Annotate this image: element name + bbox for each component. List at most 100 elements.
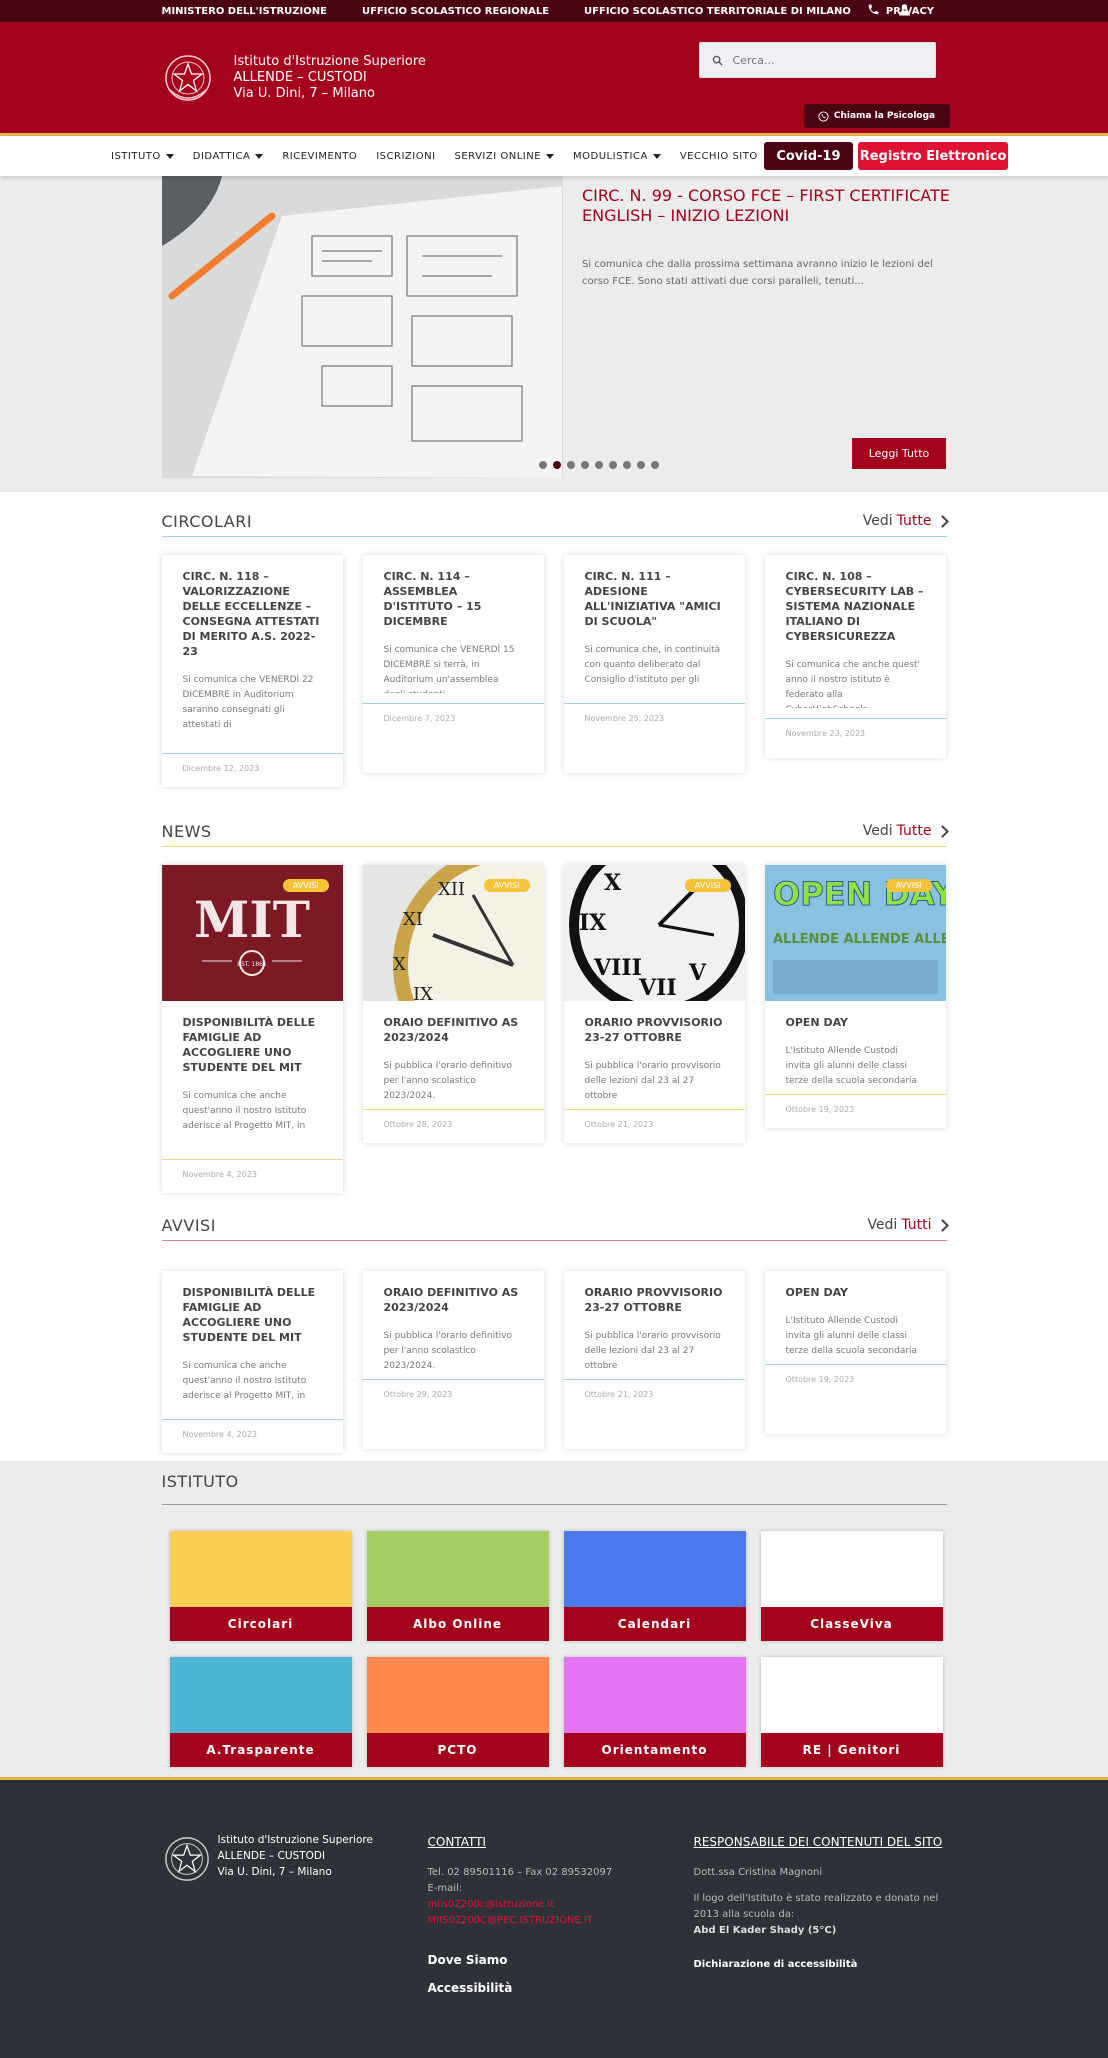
card-title[interactable]: ORARIO PROVVISORIO 23-27 OTTOBRE [585,1285,724,1315]
istituto-header: ISTITUTO [161,1465,947,1505]
avvisi-badge[interactable]: AVVISI [282,879,329,892]
tile-label: ClasseViva [760,1607,943,1641]
tile-classeviva[interactable]: ClasseViva [760,1531,943,1641]
read-more-button[interactable]: Leggi Tutto [852,438,946,469]
slider-dot[interactable] [609,461,617,469]
avvisi-badge[interactable]: AVVISI [885,879,932,892]
slider-dot[interactable] [553,461,561,469]
circolare-card[interactable]: CIRC. N. 108 – CYBERSECURITY LAB – SISTE… [764,555,946,758]
avviso-card[interactable]: OPEN DAY L'Istituto Allende Custodi invit… [764,1271,946,1434]
avviso-card[interactable]: ORAIO DEFINITIVO AS 2023/2024 Si pubblica… [362,1271,544,1449]
view-all-circolari-link[interactable]: Vedi Tutte [863,513,949,529]
search-input[interactable] [732,53,913,67]
news-card[interactable]: IX VIII VII V X AVVISI ORARIO PROVVISORIO 23… [563,835,749,1143]
nav-item-ricevimento[interactable]: RICEVIMENTO [282,151,357,162]
card-title[interactable]: DISPONIBILITÀ DELLE FAMIGLIE AD ACCOGLIE… [183,1285,322,1345]
slider-dot[interactable] [539,461,547,469]
view-all-highlight: Tutte [896,823,932,839]
slider-dot[interactable] [623,461,631,469]
slider-dot[interactable] [595,461,603,469]
tile-pcto[interactable]: PCTO [366,1657,549,1767]
call-psychologist-button[interactable]: Chiama la Psicologa [803,104,950,128]
news-card[interactable]: XI XII X IX AVVISI ORAIO DEFINITIVO AS 2023… [362,845,633,1143]
email-link[interactable]: miis02200c@istruzione.it [428,1897,628,1913]
registro-elettronico-button[interactable]: Registro Elettronico [858,142,1008,170]
slide-title[interactable]: CIRC. N. 99 - CORSO FCE – FIRST CERTIFIC… [582,186,952,226]
card-title[interactable]: CIRC. N. 114 – ASSEMBLEA D'ISTITUTO – 15… [384,569,523,629]
card-title[interactable]: OPEN DAY [786,1285,925,1300]
tile-label: Albo Online [366,1607,549,1641]
view-all-avvisi-link[interactable]: Vedi Tutti [867,1217,949,1233]
card-title[interactable]: OPEN DAY [786,1015,925,1030]
news-card[interactable]: MIT EST. 1861 AVVISI DISPONIBILITÀ DELLE… [161,865,343,1193]
card-title[interactable]: CIRC. N. 118 – VALORIZZAZIONE DELLE ECCE… [183,569,322,659]
accessibility-link[interactable]: Accessibilità [428,1981,628,1995]
pec-email-link[interactable]: MIIS02200C@PEC.ISTRUZIONE.IT [428,1913,628,1929]
card-title[interactable]: ORAIO DEFINITIVO AS 2023/2024 [384,1285,523,1315]
nav-item-iscrizioni[interactable]: ISCRIZIONI [376,151,435,162]
nav-item-istituto[interactable]: ISTITUTO [111,151,174,162]
nav-item-vecchio-sito[interactable]: VECCHIO SITO [680,151,758,162]
avviso-card[interactable]: ORARIO PROVVISORIO 23-27 OTTOBRE Si pubbl… [563,1271,745,1449]
top-bar: MINISTERO DELL'ISTRUZIONE UFFICIO SCOLAS… [0,0,1108,22]
responsible-name: Dott.ssa Cristina Magnoni [693,1867,823,1878]
mit-logo-image[interactable]: MIT EST. 1861 AVVISI [161,865,343,1001]
card-title[interactable]: CIRC. N. 111 – ADESIONE ALL'INIZIATIVA "… [585,569,724,629]
mit-logo-text: MIT [194,890,310,949]
tile-color-block [169,1531,352,1607]
nav-label: DIDATTICA [192,150,251,162]
tile-calendari[interactable]: Calendari [563,1531,746,1641]
where-we-are-link[interactable]: Dove Siamo [428,1953,628,1967]
covid-button[interactable]: Covid-19 [763,142,854,170]
circolare-card[interactable]: CIRC. N. 114 – ASSEMBLEA D'ISTITUTO – 15… [362,555,544,773]
avvisi-badge[interactable]: AVVISI [483,879,530,892]
clock-image[interactable]: XI XII X IX AVVISI [362,845,633,1085]
section-divider [161,1240,947,1241]
slider-dot[interactable] [567,461,575,469]
avvisi-badge[interactable]: AVVISI [684,879,731,892]
topbar-link-usr[interactable]: UFFICIO SCOLASTICO REGIONALE [362,6,549,17]
user-icon[interactable] [898,3,911,19]
nav-item-servizi-online[interactable]: SERVIZI ONLINE [455,151,555,162]
republic-emblem-icon [164,1837,209,1881]
open-day-image[interactable]: OPEN DAY ALLENDE ALLENDE ALLENDE AVVISI [764,865,980,1001]
topbar-link-ust[interactable]: UFFICIO SCOLASTICO TERRITORIALE DI MILAN… [584,6,851,17]
tile-circolari[interactable]: Circolari [169,1531,352,1641]
phone-icon[interactable] [867,3,880,19]
nav-label: RICEVIMENTO [282,150,358,162]
school-logo-block[interactable]: Istituto d'Istruzione Superiore ALLENDE … [162,50,426,106]
card-excerpt: Si comunica che VENERDÌ 22 DICEMBRE in A… [182,675,314,730]
slider-dot[interactable] [581,461,589,469]
circolare-card[interactable]: CIRC. N. 111 – ADESIONE ALL'INIZIATIVA "… [563,555,745,773]
card-excerpt: Si comunica che anche quest' anno il nos… [785,660,921,708]
accessibility-declaration-link[interactable]: Dichiarazione di accessibilità [694,1957,944,1973]
view-all-highlight: Tutti [901,1217,932,1233]
nav-label: MODULISTICA [573,150,648,162]
avviso-card[interactable]: DISPONIBILITÀ DELLE FAMIGLIE AD ACCOGLIE… [161,1271,343,1453]
card-title[interactable]: ORAIO DEFINITIVO AS 2023/2024 [384,1015,523,1045]
tile-color-block [563,1657,746,1733]
slider-dot[interactable] [637,461,645,469]
card-date: Ottobre 21, 2023 [563,1109,745,1143]
circolare-card[interactable]: CIRC. N. 118 – VALORIZZAZIONE DELLE ECCE… [161,555,343,787]
card-title[interactable]: DISPONIBILITÀ DELLE FAMIGLIE AD ACCOGLIE… [183,1015,322,1075]
news-cards: MIT EST. 1861 AVVISI DISPONIBILITÀ DELLE… [161,835,980,1193]
view-all-news-link[interactable]: Vedi Tutte [863,823,949,839]
topbar-link-ministero[interactable]: MINISTERO DELL'ISTRUZIONE [162,6,327,17]
avvisi-section: AVVISI Vedi Tutti DISPONIBILITÀ DELLE FA… [0,1193,1108,1453]
tile-orientamento[interactable]: Orientamento [563,1657,746,1767]
nav-item-modulistica[interactable]: MODULISTICA [573,151,661,162]
nav-item-didattica[interactable]: DIDATTICA [193,151,264,162]
tile-re-genitori[interactable]: RE | Genitori [760,1657,943,1767]
wall-clock-image[interactable]: IX VIII VII V X AVVISI [563,835,749,1015]
card-date: Ottobre 29, 2023 [362,1379,544,1449]
news-card[interactable]: OPEN DAY ALLENDE ALLENDE ALLENDE AVVISI … [764,865,980,1128]
caret-down-icon [652,153,661,159]
news-header: NEWS Vedi Tutte [161,807,949,847]
card-title[interactable]: CIRC. N. 108 – CYBERSECURITY LAB – SISTE… [786,569,925,644]
tile-trasparente[interactable]: A.Trasparente [169,1657,352,1767]
card-excerpt: Si comunica che anche quest'anno il nost… [182,1091,307,1131]
card-title[interactable]: ORARIO PROVVISORIO 23-27 OTTOBRE [585,1015,724,1045]
tile-albo-online[interactable]: Albo Online [366,1531,549,1641]
slider-dot[interactable] [651,461,659,469]
